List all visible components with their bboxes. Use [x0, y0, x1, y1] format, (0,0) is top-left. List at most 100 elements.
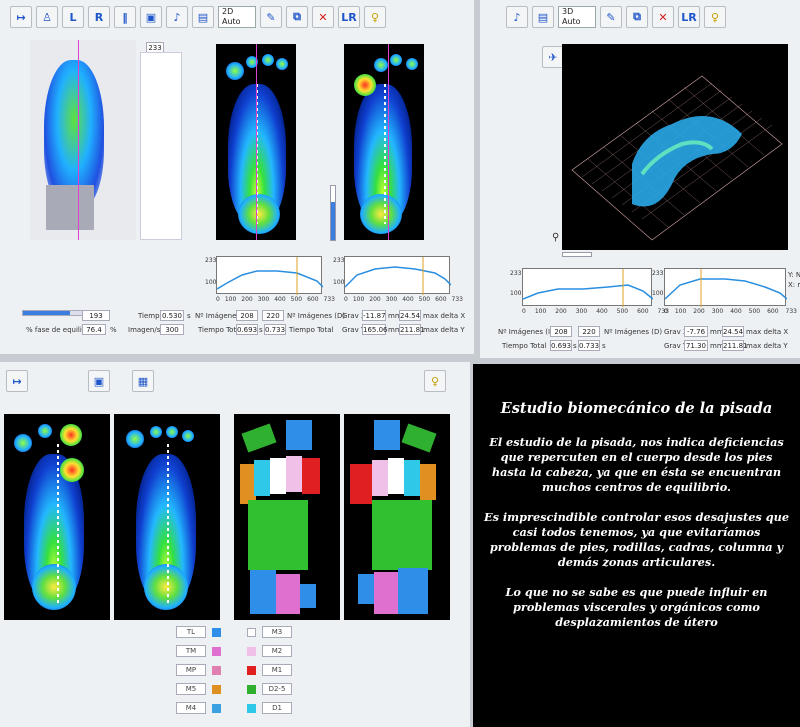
slider-area[interactable]	[140, 52, 182, 240]
legend-row-4: M5 D2-5	[176, 683, 292, 695]
legend-code: M5	[176, 683, 206, 695]
lr-button[interactable]: LR	[338, 6, 360, 28]
step-icon[interactable]: ♪	[166, 6, 188, 28]
axis-yn: Y: N	[788, 271, 800, 279]
close-icon[interactable]: ✕	[312, 6, 334, 28]
panel-2d-analysis: ↦ ♙ L R ‖ ▣ ♪ ▤ 2DAuto ✎ ⧉ ✕ LR ♀ 233 0	[0, 0, 474, 354]
gravx-max: max delta X	[423, 312, 466, 320]
info-paragraph-1: El estudio de la pisada, nos indica defi…	[489, 435, 784, 494]
view-mode-select[interactable]: 2D Auto	[218, 6, 256, 28]
g2-ytop: 233	[333, 257, 345, 264]
pause-button[interactable]: ‖	[114, 6, 136, 28]
legend-swatch	[247, 646, 256, 656]
gravy-max: max delta Y	[423, 326, 465, 334]
legend-row-5: M4 D1	[176, 702, 292, 714]
force-graph-right	[344, 256, 452, 295]
right-foot-pressure-zone	[114, 414, 220, 620]
force-graph-3d-left	[522, 268, 654, 307]
legend-code: D2-5	[262, 683, 292, 695]
3d-slider[interactable]	[562, 252, 592, 257]
bulb-icon[interactable]: ♀	[704, 6, 726, 28]
legend-swatch	[212, 646, 221, 656]
gravx-value: -11.87	[362, 310, 386, 321]
right-foot-pressure-map	[344, 44, 424, 240]
copy-icon[interactable]: ⧉	[626, 6, 648, 28]
plane-icon[interactable]: ✈	[542, 46, 564, 68]
left-foot-zone-map	[234, 414, 340, 620]
calendar-icon[interactable]: ▦	[132, 370, 154, 392]
gravx-max-3d: max delta X	[746, 328, 789, 336]
bulb-icon[interactable]: ♀	[424, 370, 446, 392]
disk-icon[interactable]: ▤	[532, 6, 554, 28]
lr-button[interactable]: LR	[678, 6, 700, 28]
save-image-button[interactable]: ▣	[88, 370, 110, 392]
legend-code: M3	[262, 626, 292, 638]
g4-xticks: 0 100 200 300 400 500 600 733	[664, 308, 797, 315]
3d-grid	[571, 75, 783, 241]
nimg-d-3d: 220	[578, 326, 600, 337]
left-foot-pressure-map	[216, 44, 296, 240]
ttotal-i: 0.693	[236, 324, 258, 335]
legend-code: M1	[262, 664, 292, 676]
force-curve-3d-left	[522, 269, 654, 307]
legend-code: M4	[176, 702, 206, 714]
nimg-d-label-3d: Nº Imágenes (D)	[604, 328, 663, 336]
left-foot-pressure-zone	[4, 414, 110, 620]
info-paragraph-2: Es imprescindible controlar esos desajus…	[483, 510, 790, 569]
g1-ymid: 100	[205, 279, 217, 286]
toolbar-2d: ↦ ♙ L R ‖ ▣ ♪ ▤ 2D Auto ✎ ⧉ ✕ LR ♀	[6, 2, 390, 32]
g1-xticks: 0 100 200 300 400 500 600 733	[216, 296, 335, 303]
panel-zone-analysis: ↦ ▣ ▦ ♀ TL M3 TM M2 MP M1 M5 D2-5 M4 D1	[0, 362, 470, 727]
axis-xms: X: ms	[788, 281, 800, 289]
nimg-label-3d: Nº Imágenes (I)	[498, 328, 553, 336]
bulb-icon[interactable]: ♀	[364, 6, 386, 28]
g2-ymid: 100	[333, 279, 345, 286]
legend-row-3: MP M1	[176, 664, 292, 676]
legend-code: D1	[262, 702, 292, 714]
brush-icon[interactable]: ✎	[260, 6, 282, 28]
nimg-d-label: Nº Imágenes (D)	[287, 312, 346, 320]
save-image-button[interactable]: ▣	[140, 6, 162, 28]
info-paragraph-3: Lo que no se sabe es que puede influir e…	[505, 585, 768, 629]
gravx-delta: 24.54	[399, 310, 421, 321]
imgs-value: 300	[160, 324, 184, 335]
copy-icon[interactable]: ⧉	[286, 6, 308, 28]
left-foot-button[interactable]: L	[62, 6, 84, 28]
right-foot-button[interactable]: R	[88, 6, 110, 28]
ttotal-unit-3d: s	[573, 342, 577, 350]
legend-row-1: TL M3	[176, 626, 292, 638]
legend-code: MP	[176, 664, 206, 676]
disk-icon[interactable]: ▤	[192, 6, 214, 28]
g4-ymid: 100	[652, 290, 664, 297]
step-icon[interactable]: ♪	[506, 6, 528, 28]
zoom-icon[interactable]: ⚲	[552, 232, 559, 243]
close-icon[interactable]: ✕	[652, 6, 674, 28]
legend-code: M2	[262, 645, 292, 657]
tiempo-unit: s	[187, 312, 191, 320]
gravx-delta-3d: 24.54	[722, 326, 744, 337]
panel-3d-analysis: ♪ ▤ 3D Auto ✎ ⧉ ✕ LR ♀ ✈ ⚲ 233 100 233 10…	[480, 0, 800, 358]
3d-pressure-view	[562, 44, 788, 250]
force-curve-3d-right	[664, 269, 788, 307]
g2-xticks: 0 100 200 300 400 500 600 733	[344, 296, 463, 303]
walk-icon[interactable]: ♙	[36, 6, 58, 28]
force-graph-3d-right	[664, 268, 788, 307]
legend-swatch	[212, 703, 221, 713]
legend-swatch	[247, 627, 256, 637]
legend-code: TM	[176, 645, 206, 657]
ttotal-unit: s	[259, 326, 263, 334]
nimg-i: 208	[236, 310, 258, 321]
gravy-value-3d: 71.30	[684, 340, 708, 351]
tiempo-value: 0.530	[160, 310, 184, 321]
right-foot-zone-map	[344, 414, 450, 620]
nimg-d: 220	[262, 310, 284, 321]
brush-icon[interactable]: ✎	[600, 6, 622, 28]
export-button[interactable]: ↦	[6, 370, 28, 392]
legend-row-2: TM M2	[176, 645, 292, 657]
ttotal-i-3d: 0.693	[550, 340, 572, 351]
legend-swatch	[212, 665, 221, 675]
export-button[interactable]: ↦	[10, 6, 32, 28]
view-mode-3d-select[interactable]: 3D Auto	[558, 6, 596, 28]
legend-swatch	[247, 665, 256, 675]
pressure-map-composite	[30, 40, 136, 240]
